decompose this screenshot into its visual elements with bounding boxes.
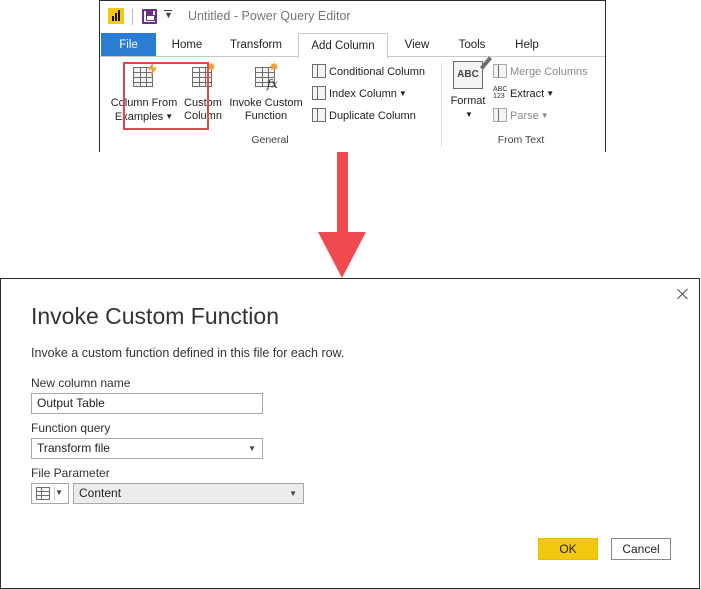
arrow-head-icon — [318, 232, 366, 278]
save-icon[interactable] — [142, 9, 157, 24]
parameter-type-selector[interactable]: ▼ — [31, 483, 69, 504]
dialog-title: Invoke Custom Function — [31, 303, 280, 329]
extract-label: Extract — [510, 88, 545, 100]
invoke-custom-function-highlight — [123, 62, 209, 130]
group-separator — [441, 63, 442, 147]
chevron-down-icon: ▼ — [465, 110, 473, 119]
new-column-name-label: New column name — [31, 376, 131, 390]
tab-add-column[interactable]: Add Column — [298, 33, 388, 58]
invoke-custom-function-button[interactable]: ✸ fx Invoke Custom Function — [226, 61, 306, 123]
index-column-label: Index Column — [329, 88, 397, 100]
merge-columns-icon — [493, 64, 507, 78]
index-column-button[interactable]: Index Column ▼ — [312, 85, 407, 103]
parse-icon — [493, 108, 507, 122]
table-icon — [36, 487, 50, 500]
close-icon[interactable] — [677, 288, 689, 300]
file-parameter-label: File Parameter — [31, 466, 110, 480]
merge-columns-button[interactable]: Merge Columns — [493, 63, 588, 81]
quick-access-dropdown-icon[interactable]: ▼ — [164, 10, 173, 20]
conditional-column-button[interactable]: Conditional Column — [312, 63, 425, 81]
cancel-button[interactable]: Cancel — [611, 538, 671, 560]
tab-view[interactable]: View — [392, 33, 442, 57]
tab-help[interactable]: Help — [502, 33, 552, 57]
chevron-down-icon: ▼ — [55, 488, 63, 497]
from-text-group-label: From Text — [497, 134, 545, 146]
chevron-down-icon: ▼ — [546, 89, 555, 98]
title-bar: ▼ Untitled - Power Query Editor — [100, 1, 605, 33]
tab-home[interactable]: Home — [160, 33, 214, 57]
invoke-custom-function-icon: ✸ fx — [253, 61, 279, 91]
dialog-description: Invoke a custom function defined in this… — [31, 346, 345, 360]
general-group-label: General — [251, 134, 289, 146]
chevron-down-icon: ▼ — [289, 489, 297, 498]
invoke-custom-function-label-2: Function — [244, 110, 288, 122]
duplicate-column-label: Duplicate Column — [329, 110, 416, 122]
power-bi-logo-icon — [108, 8, 124, 24]
duplicate-column-icon — [312, 108, 326, 122]
conditional-column-icon — [312, 64, 326, 78]
index-column-icon — [312, 86, 326, 100]
format-icon: ABC — [453, 61, 483, 89]
invoke-custom-function-dialog: Invoke Custom Function Invoke a custom f… — [0, 278, 700, 589]
function-query-select[interactable]: Transform file ▼ — [31, 438, 263, 459]
merge-columns-label: Merge Columns — [510, 66, 588, 78]
chevron-down-icon: ▼ — [398, 89, 407, 98]
file-parameter-value: Content — [79, 486, 122, 500]
tab-file[interactable]: File — [101, 33, 156, 57]
function-query-value: Transform file — [37, 441, 110, 455]
arrow-down-icon — [337, 152, 348, 234]
ribbon-tabs: File Home Transform Add Column View Tool… — [100, 33, 605, 58]
parse-button[interactable]: Parse ▼ — [493, 107, 549, 125]
titlebar-separator — [132, 9, 133, 25]
duplicate-column-button[interactable]: Duplicate Column — [312, 107, 416, 125]
tab-transform[interactable]: Transform — [218, 33, 294, 57]
window-title: Untitled - Power Query Editor — [188, 9, 351, 23]
parse-label: Parse — [510, 110, 539, 122]
file-parameter-select[interactable]: Content ▼ — [73, 483, 304, 504]
function-query-label: Function query — [31, 421, 111, 435]
chevron-down-icon: ▼ — [540, 111, 549, 120]
chevron-down-icon: ▼ — [248, 444, 256, 453]
new-column-name-input[interactable]: Output Table — [31, 393, 263, 414]
format-button[interactable]: ABC Format ▼ — [446, 61, 490, 122]
invoke-custom-function-label-1: Invoke Custom — [229, 97, 303, 109]
extract-button[interactable]: ABC 123 Extract ▼ — [493, 85, 554, 103]
tab-tools[interactable]: Tools — [446, 33, 498, 57]
format-label: Format — [450, 95, 486, 107]
conditional-column-label: Conditional Column — [329, 66, 425, 78]
ok-button[interactable]: OK — [538, 538, 598, 560]
extract-icon: ABC 123 — [493, 86, 508, 100]
